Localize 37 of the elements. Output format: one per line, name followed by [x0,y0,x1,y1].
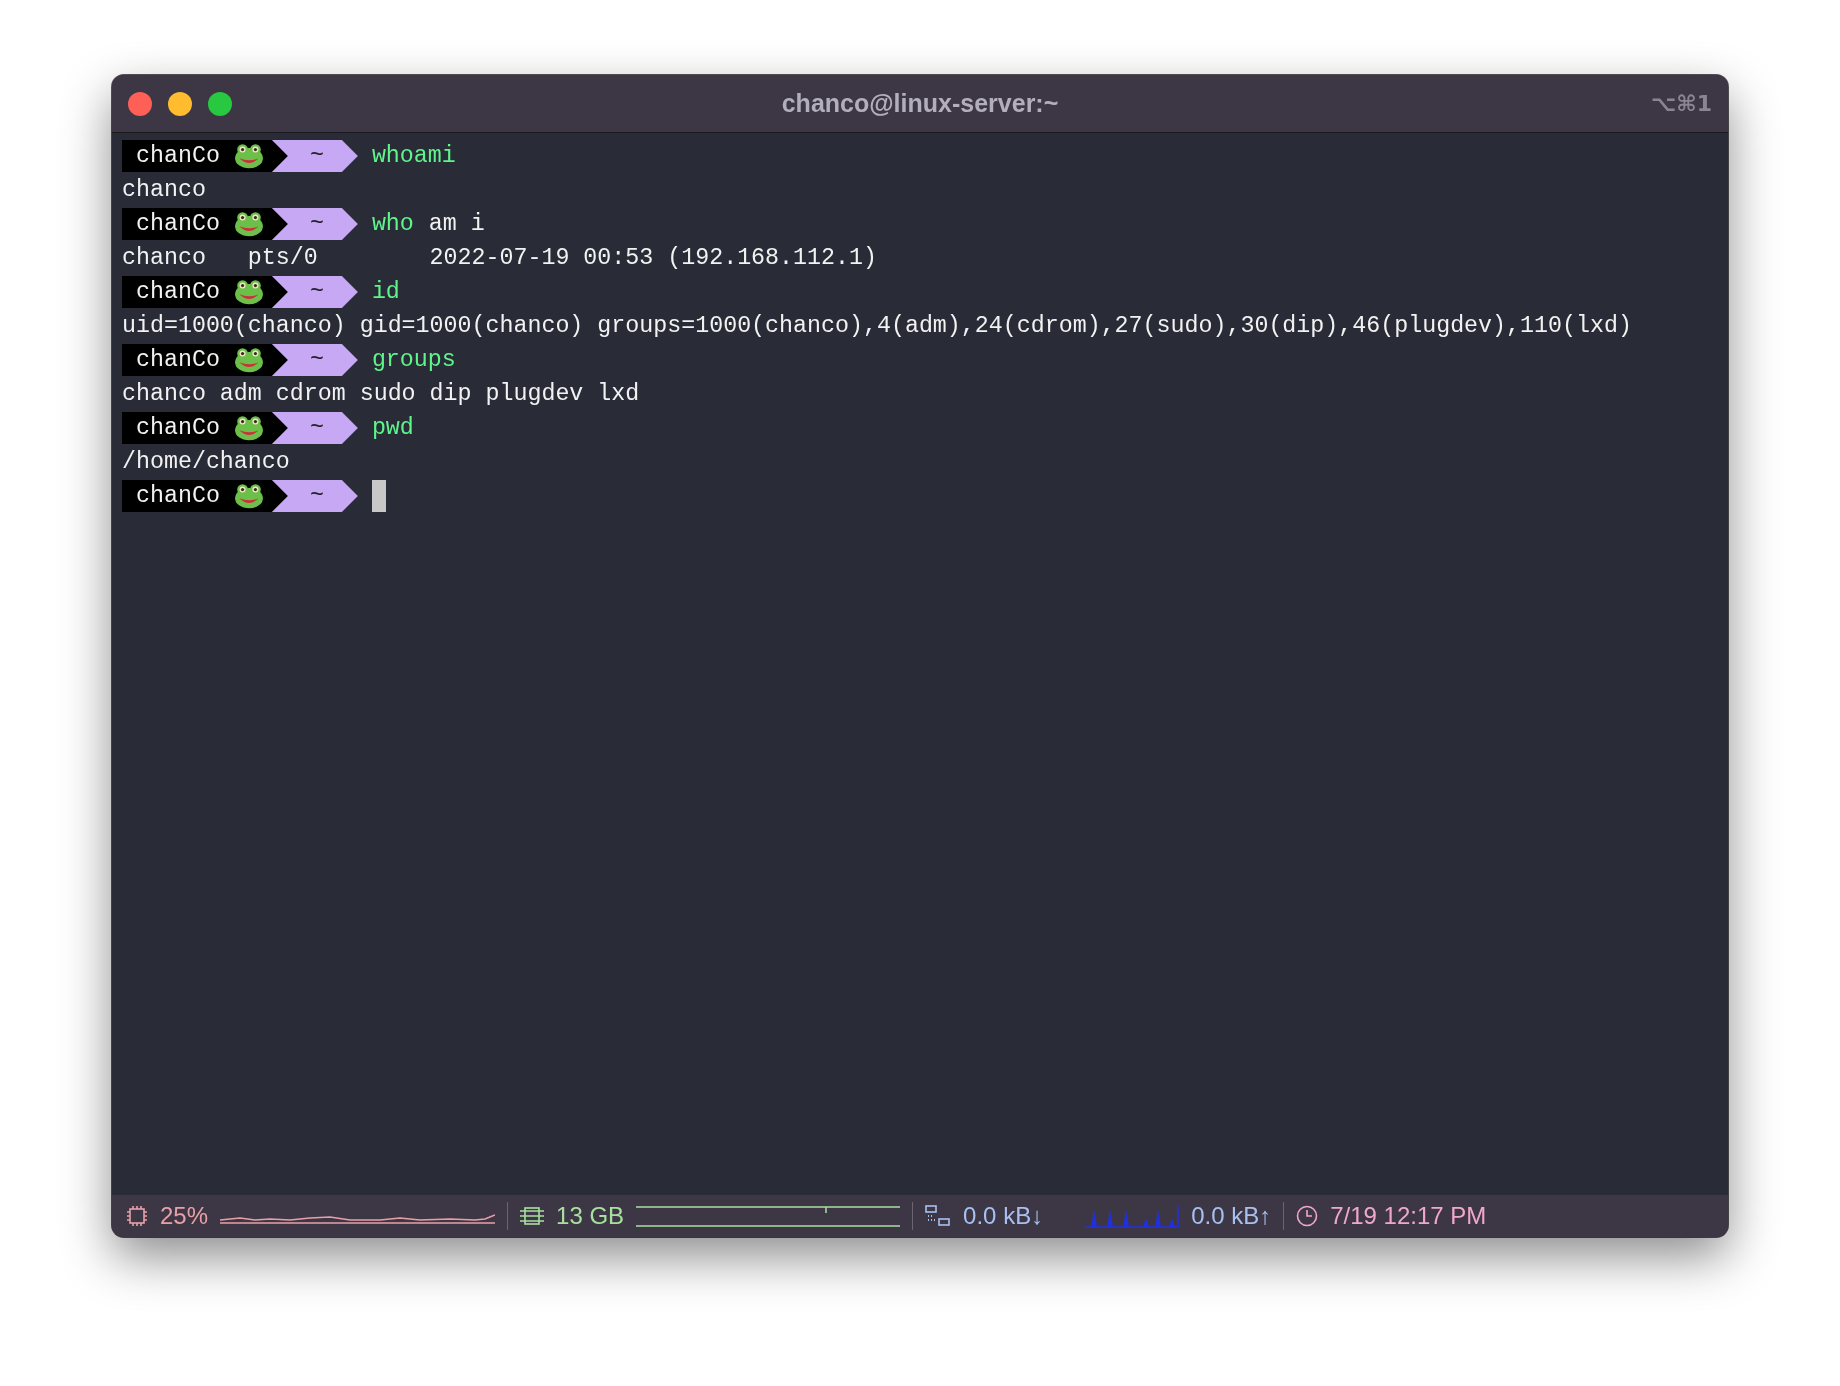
prompt-user: chanCo [136,210,220,239]
frog-icon [233,347,264,373]
frog-icon [233,279,264,305]
frog-icon [233,483,264,509]
cpu-chip-icon [126,1205,148,1227]
command-text: id [371,278,400,307]
zoom-button[interactable] [208,91,232,116]
prompt-user: chanCo [136,482,220,511]
output-line: chanco pts/0 2022-07-19 00:53 (192.168.112.1) [122,244,877,273]
prompt-user: chanCo [136,414,220,443]
output-line: chanco adm cdrom sudo dip plugdev lxd [122,380,640,409]
command-args: am i [428,210,485,239]
shortcut-label: ⌥⌘1 [1650,91,1712,116]
close-button[interactable] [128,91,152,116]
prompt-user: chanCo [136,278,220,307]
clock-time: 7/19 12:17 PM [1330,1202,1487,1230]
memory-usage: 13 GB [556,1202,625,1230]
command-text: who [371,210,414,239]
frog-icon [233,211,264,237]
network-icon [925,1205,952,1227]
cpu-usage: 25% [160,1202,209,1230]
command-text: groups [371,346,456,375]
clock-icon [1296,1205,1319,1227]
output-line: chanco [122,176,206,205]
output-line: /home/chanco [122,448,290,477]
output-line: uid=1000(chanco) gid=1000(chanco) groups=1000(chanco),4(adm),24(cdrom),27(sudo),30(dip),46(plugdev),110(lxd) [122,312,1632,341]
window-title: chanco@linux-server:~ [781,89,1059,118]
memory-icon [520,1206,545,1226]
download-rate: 0.0 kB↓ [963,1202,1044,1230]
upload-rate: 0.0 kB↑ [1191,1202,1272,1230]
prompt-user: chanCo [136,346,220,375]
command-text: whoami [371,142,456,171]
frog-icon [233,143,264,169]
prompt-user: chanCo [136,142,220,171]
minimize-button[interactable] [168,91,192,116]
command-text: pwd [371,414,414,443]
frog-icon [233,415,264,441]
